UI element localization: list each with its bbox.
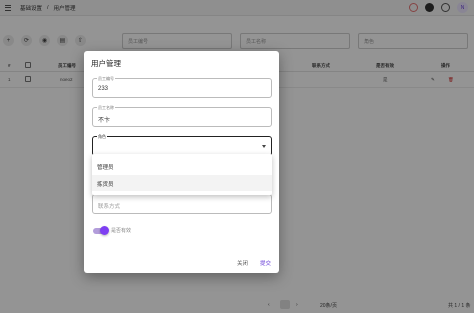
employee-name-value: 不卞	[98, 118, 111, 124]
dialog-title: 用户管理	[91, 59, 121, 68]
employee-name-label: 员工名称	[97, 105, 115, 110]
employee-no-value: 233	[98, 86, 109, 92]
close-button[interactable]: 关闭	[237, 259, 248, 267]
role-label: 角色	[97, 134, 107, 139]
active-toggle[interactable]	[93, 226, 109, 235]
employee-name-field[interactable]: 员工名称 不卞	[92, 105, 272, 127]
contact-field[interactable]: 联系方式	[92, 194, 272, 214]
employee-no-field[interactable]: 员工编号 233	[92, 76, 272, 98]
employee-no-label: 员工编号	[97, 76, 115, 81]
role-select[interactable]: 角色	[92, 134, 272, 156]
active-switch-label: 是否有效	[111, 228, 132, 234]
chevron-down-icon[interactable]	[262, 145, 266, 148]
contact-placeholder: 联系方式	[98, 204, 121, 210]
role-dropdown: 管理员 拣货员	[92, 154, 272, 195]
role-option-picker[interactable]: 拣货员	[92, 175, 272, 191]
submit-button[interactable]: 提交	[260, 259, 271, 267]
role-option-admin[interactable]: 管理员	[92, 158, 272, 174]
user-dialog: 用户管理 员工编号 233 员工名称 不卞 角色 联系方式 是否有效 关闭 提交…	[84, 51, 279, 273]
active-switch-row: 是否有效	[93, 226, 132, 235]
